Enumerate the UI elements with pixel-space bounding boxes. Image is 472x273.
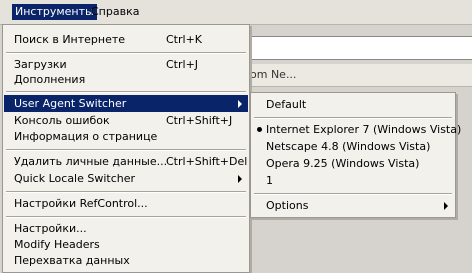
toolbar-strip-background: om Ne... [248,64,472,87]
menu-separator [6,191,246,193]
menu-item-addons[interactable]: Дополнения [4,71,248,88]
menu-item-label: Netscape 4.8 (Windows Vista) [266,140,431,153]
menu-item-refcontrol-settings[interactable]: Настройки RefControl... [4,195,248,212]
ua-item-ie7-vista[interactable]: Internet Explorer 7 (Windows Vista) [252,121,461,138]
menu-separator [254,117,452,119]
selected-bullet-icon [257,127,262,132]
menu-item-label: Информация о странице [14,130,158,143]
menu-item-label: Перехватка данных [14,254,130,267]
menu-tools[interactable]: Инструменты [12,4,97,20]
user-agent-submenu: Default Internet Explorer 7 (Windows Vis… [250,92,461,218]
address-bar-background [248,36,472,60]
menu-item-data-capture[interactable]: Перехватка данных [4,252,248,269]
tools-dropdown-menu: Поиск в Интернете Ctrl+K Загрузки Ctrl+J… [2,24,250,273]
submenu-arrow-icon [238,175,242,183]
menu-item-modify-headers[interactable]: Modify Headers [4,236,248,253]
menu-item-web-search[interactable]: Поиск в Интернете Ctrl+K [4,31,248,48]
menu-item-label: Default [266,98,307,111]
menu-item-quick-locale-switcher[interactable]: Quick Locale Switcher [4,170,248,187]
menu-item-user-agent-switcher[interactable]: User Agent Switcher [4,95,248,112]
menu-item-settings[interactable]: Настройки... [4,220,248,237]
menu-item-label: Quick Locale Switcher [14,172,136,185]
ua-item-options[interactable]: Options [252,197,454,214]
ua-item-1[interactable]: 1 [252,172,454,189]
menu-separator [6,149,246,151]
menu-separator [6,91,246,93]
menu-item-label: 1 [266,174,273,187]
strip-text: om Ne... [250,68,297,81]
menu-item-shortcut: Ctrl+Shift+Del [166,155,248,168]
menu-item-page-info[interactable]: Информация о странице [4,128,248,145]
menu-separator [254,193,452,195]
menu-item-label: Opera 9.25 (Windows Vista) [266,157,420,170]
menu-separator [6,216,246,218]
ua-item-opera-925-vista[interactable]: Opera 9.25 (Windows Vista) [252,155,454,172]
menu-item-label: Поиск в Интернете [14,33,126,46]
menu-item-shortcut: Ctrl+J [166,58,199,71]
menu-item-label: User Agent Switcher [14,97,127,110]
menu-item-label: Дополнения [14,73,86,86]
menu-item-error-console[interactable]: Консоль ошибок Ctrl+Shift+J [4,112,248,129]
ua-item-default[interactable]: Default [252,96,454,113]
menu-help[interactable]: Справка [88,4,142,20]
menu-item-label: Internet Explorer 7 (Windows Vista) [266,123,462,136]
menu-item-label: Modify Headers [14,238,100,251]
menu-bar: Инструменты Справка [0,0,472,25]
menu-item-label: Options [266,199,309,212]
ua-item-netscape-48-vista[interactable]: Netscape 4.8 (Windows Vista) [252,138,454,155]
menu-item-label: Настройки RefControl... [14,197,148,210]
menu-item-label: Консоль ошибок [14,114,110,127]
menu-item-label: Загрузки [14,58,67,71]
menu-item-label: Удалить личные данные... [14,155,168,168]
submenu-arrow-icon [444,202,448,210]
menu-item-shortcut: Ctrl+Shift+J [166,114,233,127]
menu-separator [6,52,246,54]
menu-item-shortcut: Ctrl+K [166,33,203,46]
menu-item-clear-private-data[interactable]: Удалить личные данные... Ctrl+Shift+Del [4,153,248,170]
submenu-arrow-icon [238,100,242,108]
menu-item-label: Настройки... [14,222,87,235]
